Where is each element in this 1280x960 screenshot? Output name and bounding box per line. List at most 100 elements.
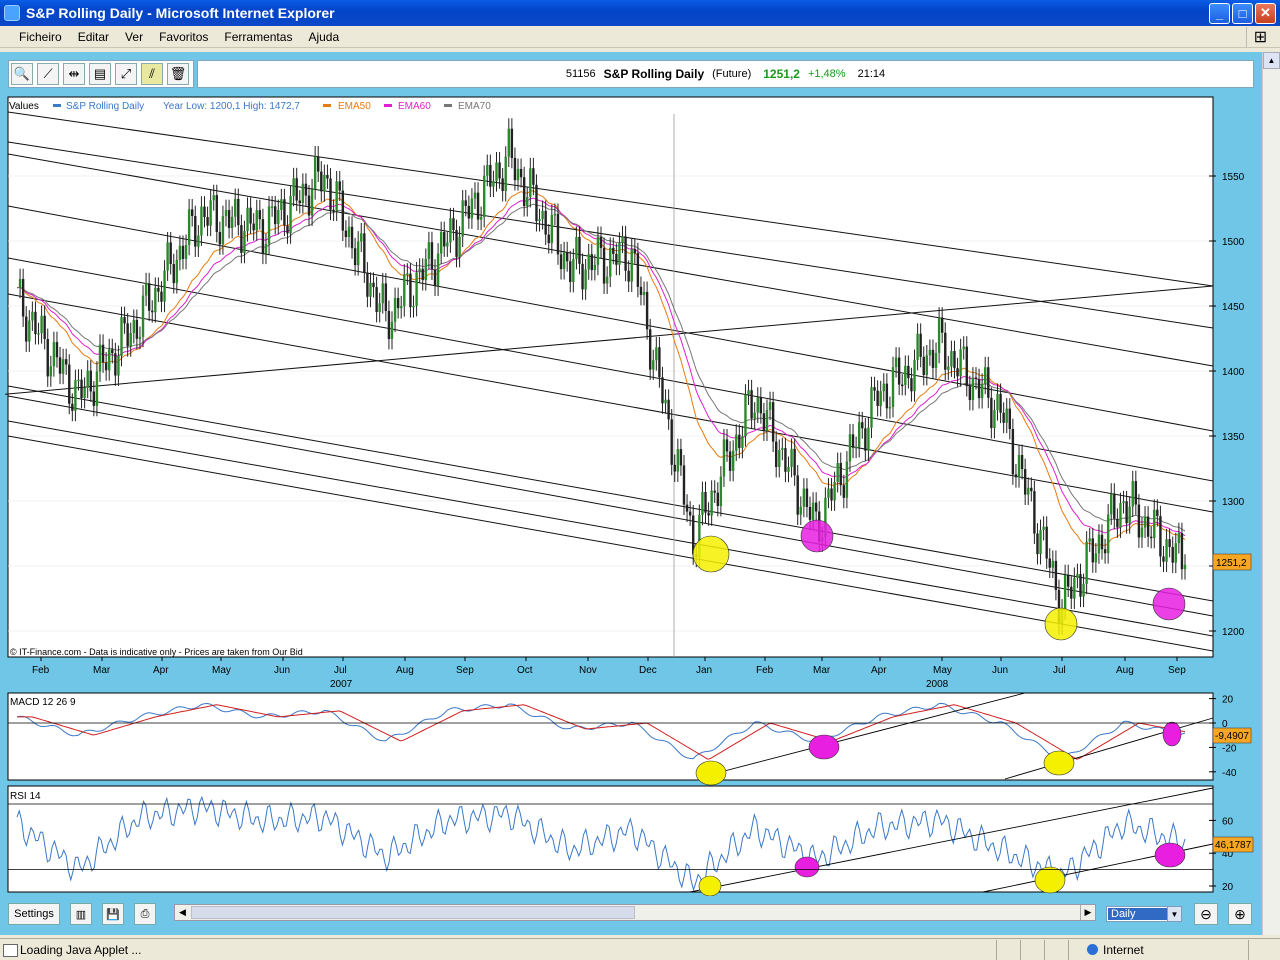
candle-body xyxy=(959,349,962,377)
candle-body xyxy=(28,320,31,342)
chart-area[interactable]: Values S&P Rolling Daily Year Low: 1200,… xyxy=(0,96,1258,897)
parallel-line-tool-icon[interactable]: ⫽ xyxy=(141,63,163,85)
candle-body xyxy=(1116,518,1119,528)
macd-highlight-circle xyxy=(1162,721,1182,747)
minimize-button[interactable]: _ xyxy=(1209,2,1230,24)
trendline-tool-icon[interactable]: ⟋ xyxy=(37,63,59,85)
instrument-info-bar: 51156 S&P Rolling Daily (Future) 1251,2 … xyxy=(197,60,1254,88)
settings-button[interactable]: Settings xyxy=(8,903,60,925)
candle-body xyxy=(120,317,123,356)
candle-body xyxy=(639,286,643,295)
candle-body xyxy=(1183,564,1187,570)
scroll-thumb[interactable] xyxy=(191,906,635,919)
candle-body xyxy=(781,448,784,450)
candle-body xyxy=(550,214,554,244)
menu-editar[interactable]: Editar xyxy=(70,30,117,44)
candle-body xyxy=(197,235,200,247)
candle-body xyxy=(320,171,323,192)
menu-ajuda[interactable]: Ajuda xyxy=(300,30,347,44)
macd-label: MACD 12 26 9 xyxy=(10,697,76,708)
candle-body xyxy=(237,198,240,226)
month-label: May xyxy=(212,665,231,676)
menu-ver[interactable]: Ver xyxy=(117,30,151,44)
candle-body xyxy=(261,219,265,254)
candle-body xyxy=(937,317,941,353)
candle-body xyxy=(218,232,222,245)
candle-body xyxy=(353,248,357,266)
candle-body xyxy=(1020,454,1024,470)
zoom-in-icon[interactable]: ⊕ xyxy=(1228,903,1252,925)
candle-body xyxy=(123,317,126,324)
horizontal-line-tool-icon[interactable]: ⇹ xyxy=(63,63,85,85)
fibonacci-tool-icon[interactable]: ▤ xyxy=(89,63,111,85)
candle-body xyxy=(71,403,74,411)
candle-body xyxy=(572,259,575,282)
candle-body xyxy=(904,365,907,385)
candle-body xyxy=(993,410,996,429)
candle-body xyxy=(341,190,345,231)
candle-body xyxy=(756,397,759,413)
status-pane xyxy=(996,939,1020,960)
candle-body xyxy=(559,254,563,270)
candle-body xyxy=(931,349,935,368)
candle-body xyxy=(735,434,738,451)
candle-body xyxy=(956,368,959,377)
candle-body xyxy=(968,386,972,401)
candle-body xyxy=(483,175,486,217)
candle-body xyxy=(61,359,65,374)
price-tick-label: 1200 xyxy=(1222,627,1245,638)
menu-ferramentas[interactable]: Ferramentas xyxy=(216,30,300,44)
candle-body xyxy=(489,164,492,187)
candle-body xyxy=(934,352,938,368)
zoom-tool-icon[interactable]: 🔍 xyxy=(11,63,33,85)
chart-svg[interactable]: Values S&P Rolling Daily Year Low: 1200,… xyxy=(0,96,1258,897)
menu-ficheiro[interactable]: Ficheiro xyxy=(0,30,70,44)
candle-body xyxy=(181,245,185,259)
candle-body xyxy=(839,462,842,486)
time-scrollbar[interactable]: ◀ ▶ xyxy=(174,904,1096,921)
close-button[interactable]: ✕ xyxy=(1255,2,1276,24)
arrow-tool-icon[interactable]: ⤢ xyxy=(115,63,137,85)
menu-bar: Ficheiro Editar Ver Favoritos Ferramenta… xyxy=(0,26,1280,48)
scroll-up-icon[interactable]: ▲ xyxy=(1263,52,1280,69)
candle-body xyxy=(409,273,412,308)
candle-body xyxy=(658,347,661,378)
candle-body xyxy=(547,234,550,244)
zoom-out-icon[interactable]: ⊖ xyxy=(1194,903,1218,925)
candle-body xyxy=(194,216,197,247)
vertical-scrollbar[interactable]: ▲ xyxy=(1262,52,1280,935)
print-icon[interactable]: ⎙ xyxy=(134,903,156,925)
candle-body xyxy=(1070,586,1073,599)
candle-body xyxy=(433,269,437,286)
month-label: Mar xyxy=(813,665,831,676)
candle-body xyxy=(421,268,424,281)
candle-body xyxy=(578,236,581,264)
candle-body xyxy=(191,209,194,217)
candle-body xyxy=(596,236,600,265)
candle-body xyxy=(655,347,658,361)
scroll-right-icon[interactable]: ▶ xyxy=(1080,905,1095,920)
export-chart-icon[interactable]: ▥ xyxy=(70,903,92,925)
delete-trash-icon[interactable]: 🗑 xyxy=(167,63,189,85)
candle-body xyxy=(507,128,510,157)
candle-body xyxy=(230,216,234,229)
macd-last-label: -9,4907 xyxy=(1215,731,1249,742)
candle-body xyxy=(802,488,806,507)
candle-body xyxy=(258,210,262,220)
candle-body xyxy=(292,178,295,196)
candle-body xyxy=(154,287,157,313)
candle-body xyxy=(1027,487,1030,495)
period-select[interactable]: Daily ▼ xyxy=(1106,906,1182,922)
scroll-left-icon[interactable]: ◀ xyxy=(175,905,190,920)
candle-body xyxy=(944,332,947,370)
candle-body xyxy=(1008,408,1011,430)
price-tick-label: 1450 xyxy=(1222,302,1245,313)
candle-body xyxy=(101,344,105,363)
chevron-down-icon[interactable]: ▼ xyxy=(1167,907,1181,921)
candle-body xyxy=(676,449,680,472)
candle-body xyxy=(307,195,311,216)
candle-body xyxy=(424,258,427,281)
save-disk-icon[interactable]: 💾 xyxy=(102,903,124,925)
menu-favoritos[interactable]: Favoritos xyxy=(151,30,216,44)
maximize-button[interactable]: □ xyxy=(1232,2,1253,24)
